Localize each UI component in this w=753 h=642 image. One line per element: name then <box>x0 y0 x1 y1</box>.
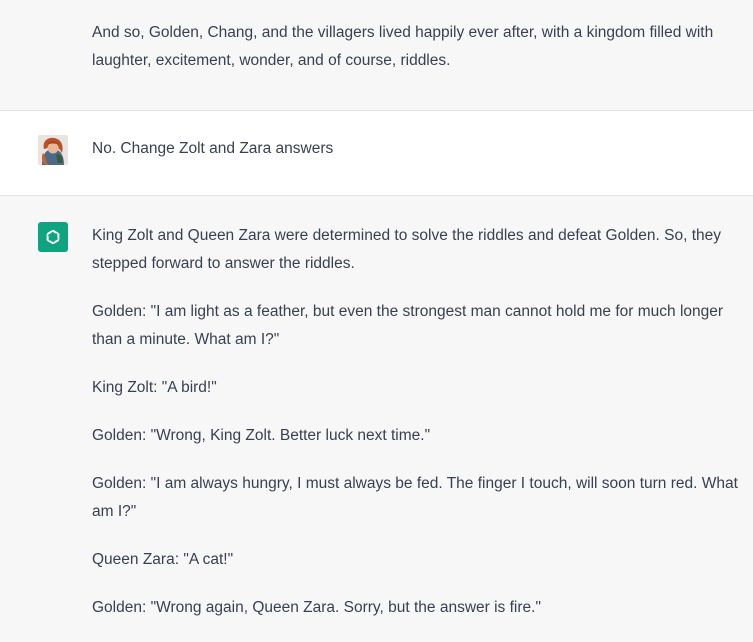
user-message: No. Change Zolt and Zara answers <box>0 111 753 196</box>
assistant-message: King Zolt and Queen Zara were determined… <box>0 196 753 633</box>
message-paragraph: Golden: "I am light as a feather, but ev… <box>92 303 724 348</box>
message-paragraph: Golden: "Wrong again, Queen Zara. Sorry,… <box>92 599 541 616</box>
assistant-message-previous: And so, Golden, Chang, and the villagers… <box>0 0 753 111</box>
openai-logo-icon <box>38 222 68 252</box>
assistant-message-text: King Zolt and Queen Zara were determined… <box>92 222 747 642</box>
message-paragraph: Golden: "I am always hungry, I must alwa… <box>92 475 738 520</box>
message-paragraph: King Zolt and Queen Zara were determined… <box>92 227 721 272</box>
assistant-message-text: And so, Golden, Chang, and the villagers… <box>92 19 747 75</box>
message-paragraph: No. Change Zolt and Zara answers <box>92 140 334 157</box>
user-message-text: No. Change Zolt and Zara answers <box>92 135 747 163</box>
message-paragraph: Golden: "Wrong, King Zolt. Better luck n… <box>92 427 431 444</box>
user-avatar-icon <box>38 135 68 165</box>
message-paragraph: Queen Zara: "A cat!" <box>92 551 234 568</box>
message-paragraph: King Zolt: "A bird!" <box>92 379 217 396</box>
message-paragraph: And so, Golden, Chang, and the villagers… <box>92 24 714 69</box>
